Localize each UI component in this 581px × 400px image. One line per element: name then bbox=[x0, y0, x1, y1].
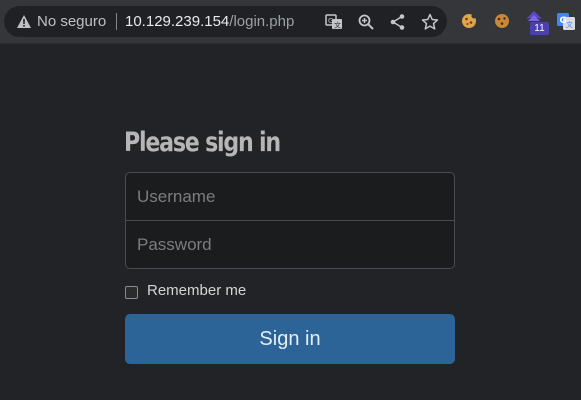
url-text[interactable]: 10.129.239.154/login.php bbox=[125, 13, 294, 30]
svg-text:文: 文 bbox=[566, 20, 573, 29]
page-title: Please sign in bbox=[124, 127, 281, 158]
security-status-label[interactable]: No seguro bbox=[37, 13, 106, 30]
url-divider bbox=[116, 13, 117, 30]
remember-me-label[interactable]: Remember me bbox=[147, 282, 246, 299]
remember-me-checkbox[interactable] bbox=[125, 286, 138, 299]
google-translate-icon[interactable]: G 文 bbox=[556, 11, 576, 31]
cookie-editor-icon[interactable] bbox=[492, 11, 512, 31]
url-host: 10.129.239.154 bbox=[125, 13, 230, 30]
translate-icon[interactable]: G 文 bbox=[325, 13, 343, 31]
share-icon[interactable] bbox=[389, 13, 407, 31]
extension-badge: 11 bbox=[530, 22, 549, 35]
browser-toolbar: No seguro 10.129.239.154/login.php G 文 1… bbox=[0, 0, 581, 44]
cookie-extension-icon[interactable] bbox=[459, 11, 479, 31]
bookmark-star-icon[interactable] bbox=[421, 13, 439, 31]
svg-text:文: 文 bbox=[334, 21, 341, 30]
url-path: /login.php bbox=[229, 13, 295, 30]
address-bar[interactable]: No seguro 10.129.239.154/login.php G 文 bbox=[4, 6, 447, 37]
not-secure-warning-icon[interactable] bbox=[16, 14, 32, 29]
username-input[interactable] bbox=[125, 172, 455, 221]
password-input[interactable] bbox=[125, 220, 455, 269]
svg-text:G: G bbox=[328, 17, 333, 25]
login-page: Please sign in Remember me Sign in bbox=[0, 44, 581, 400]
zoom-icon[interactable] bbox=[357, 13, 375, 31]
sign-in-button[interactable]: Sign in bbox=[125, 314, 455, 364]
